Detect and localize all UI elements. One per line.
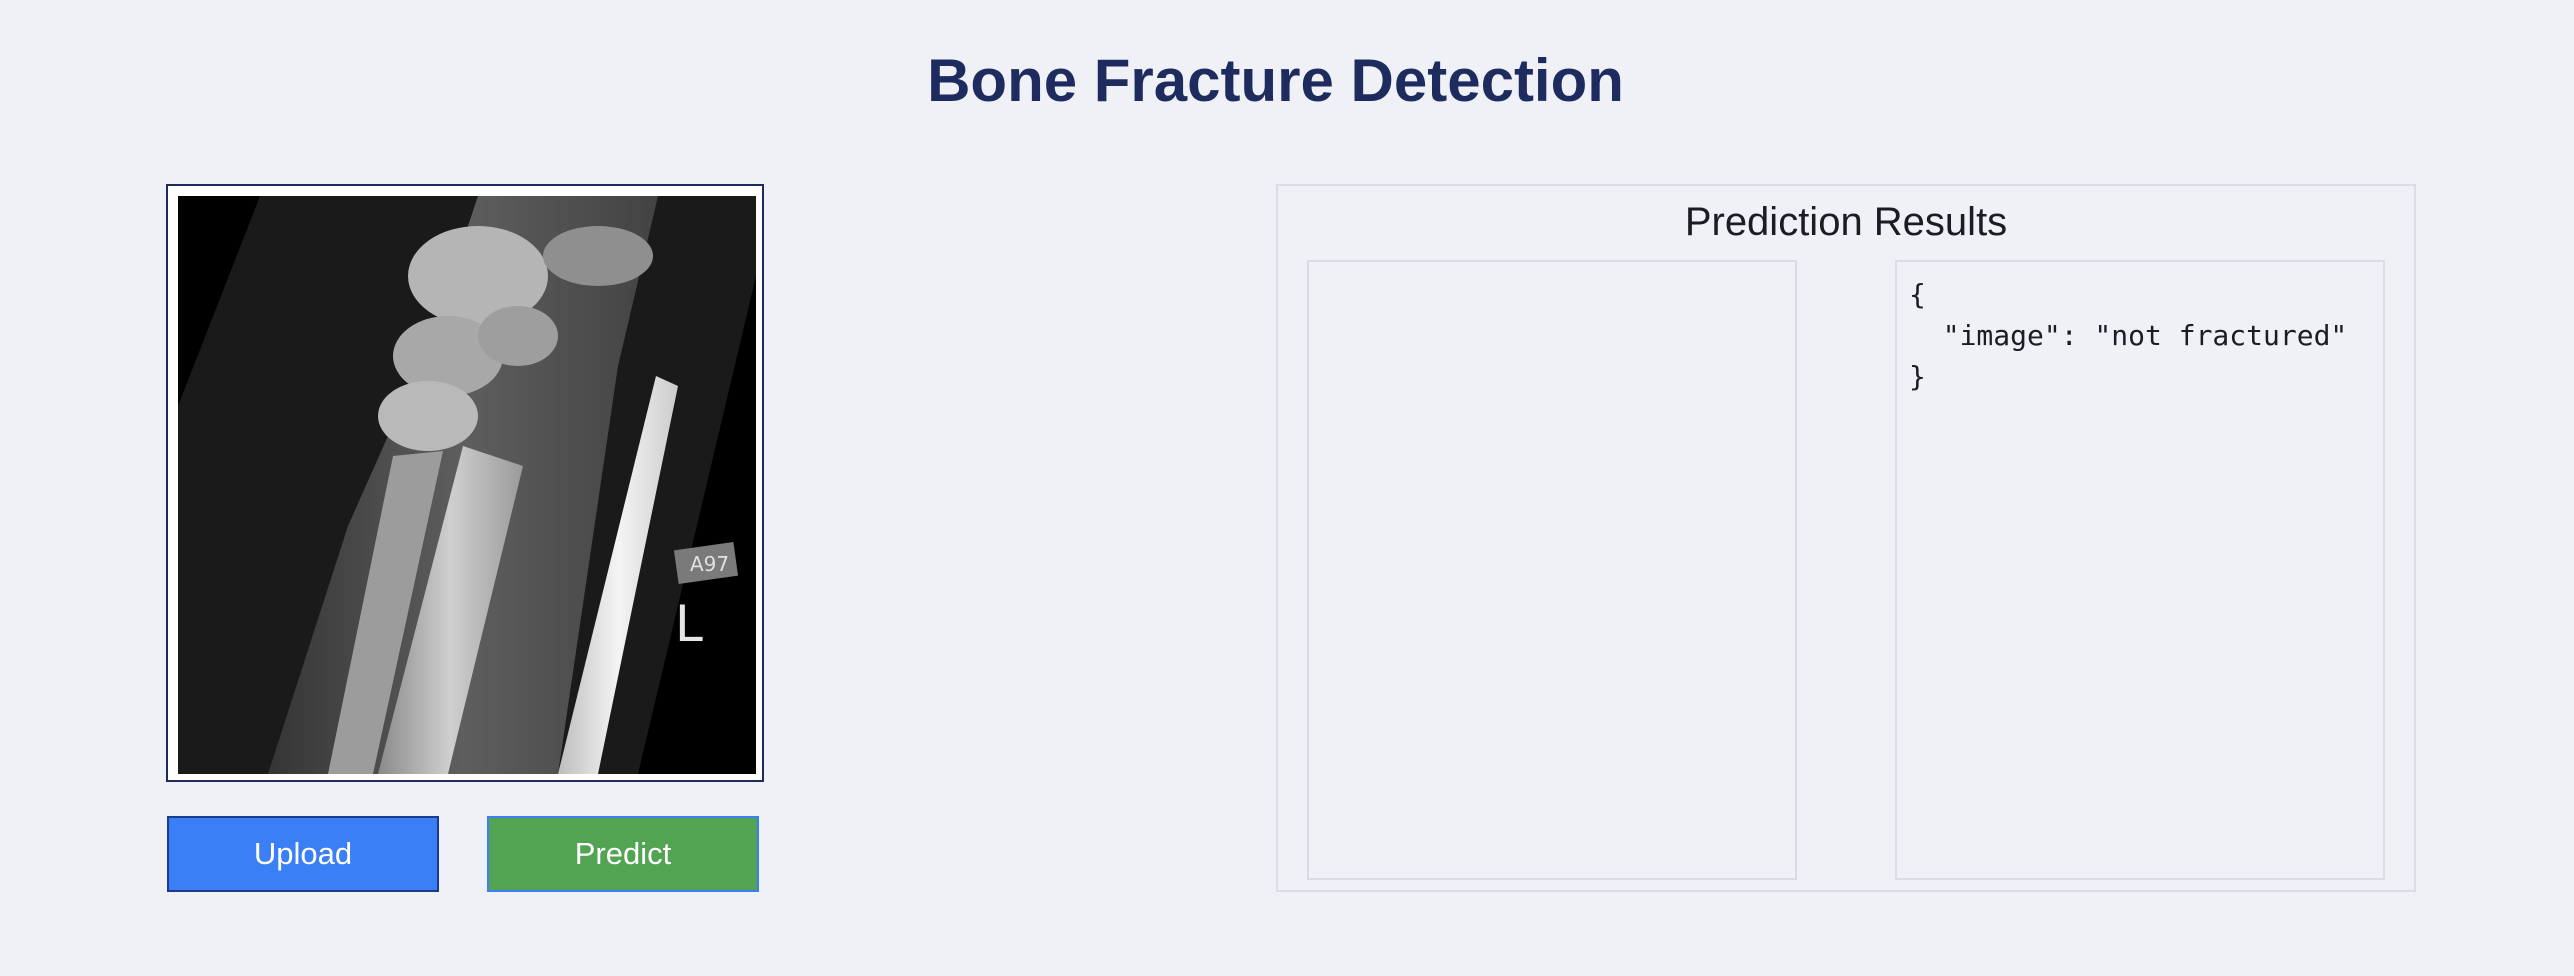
xray-side-letter: L: [675, 595, 703, 653]
xray-image: A97 L: [178, 196, 756, 774]
result-image-box: [1307, 260, 1797, 880]
prediction-results-panel: Prediction Results { "image": "not fract…: [1276, 184, 2416, 892]
xray-marker-text: A97: [690, 552, 729, 576]
results-title: Prediction Results: [1684, 200, 2008, 244]
json-output: { "image": "not fractured" }: [1909, 278, 2348, 393]
predict-button[interactable]: Predict: [487, 816, 759, 892]
result-json-box: { "image": "not fractured" }: [1895, 260, 2385, 880]
upload-button[interactable]: Upload: [167, 816, 439, 892]
xray-image-preview: A97 L: [166, 184, 764, 782]
page-title: Bone Fracture Detection: [927, 47, 1624, 114]
page: Bone Fracture Detection A97 L Upload Pre…: [0, 0, 2574, 976]
